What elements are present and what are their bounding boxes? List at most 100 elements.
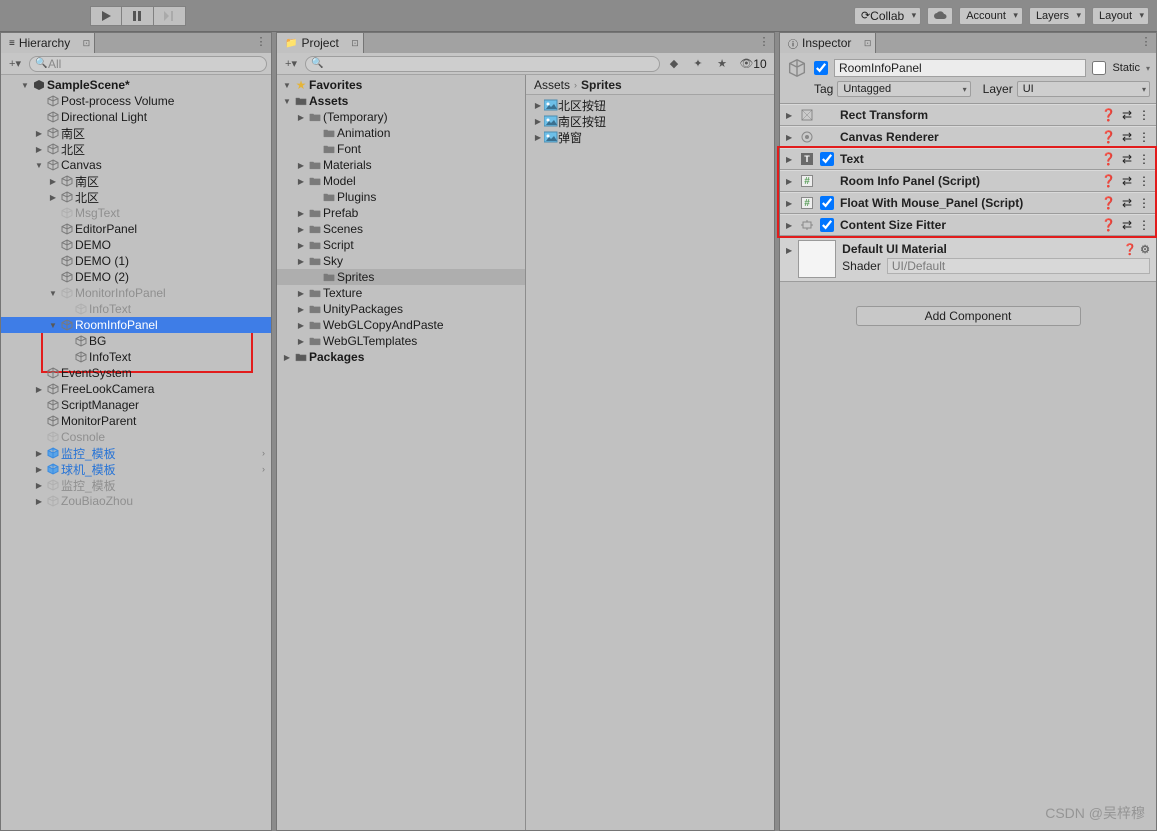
preset-icon[interactable]: ⇄: [1122, 196, 1132, 210]
foldout-icon[interactable]: ▶: [295, 241, 307, 250]
project-item[interactable]: ▶Packages: [277, 349, 525, 365]
account-dropdown[interactable]: Account: [959, 7, 1023, 25]
component-menu[interactable]: ⋮: [1138, 152, 1150, 166]
help-icon[interactable]: ❓: [1101, 196, 1116, 210]
foldout-icon[interactable]: ▼: [47, 289, 59, 298]
foldout-icon[interactable]: ▶: [33, 129, 45, 138]
hierarchy-tree[interactable]: ▼SampleScene*Post-process VolumeDirectio…: [1, 75, 271, 830]
foldout-icon[interactable]: ▶: [532, 133, 544, 142]
help-icon[interactable]: ❓: [1101, 130, 1116, 144]
pause-button[interactable]: [122, 6, 154, 26]
help-icon[interactable]: ❓: [1101, 174, 1116, 188]
breadcrumb[interactable]: Assets › Sprites: [526, 75, 774, 95]
asset-item[interactable]: ▶北区按钮: [526, 97, 774, 113]
asset-item[interactable]: ▶南区按钮: [526, 113, 774, 129]
foldout-icon[interactable]: ▼: [281, 81, 293, 90]
foldout-icon[interactable]: ▶: [295, 161, 307, 170]
hierarchy-item[interactable]: ▶监控_模板: [1, 477, 271, 493]
asset-item[interactable]: ▶弹窗: [526, 129, 774, 145]
component-menu[interactable]: ⋮: [1138, 108, 1150, 122]
foldout-icon[interactable]: ▶: [295, 305, 307, 314]
hierarchy-item[interactable]: MsgText: [1, 205, 271, 221]
preset-icon[interactable]: ⇄: [1122, 130, 1132, 144]
hierarchy-item[interactable]: ▼RoomInfoPanel: [1, 317, 271, 333]
component-header[interactable]: ▶Rect Transform❓⇄⋮: [780, 104, 1156, 126]
project-item[interactable]: ▶Prefab: [277, 205, 525, 221]
hidden-toggle[interactable]: 👁10: [736, 56, 770, 72]
project-item[interactable]: Font: [277, 141, 525, 157]
component-header[interactable]: ▶#Room Info Panel (Script)❓⇄⋮: [780, 170, 1156, 192]
project-search[interactable]: 🔍: [305, 56, 660, 72]
hierarchy-item[interactable]: ▶ZouBiaoZhou: [1, 493, 271, 509]
component-menu[interactable]: ⋮: [1138, 174, 1150, 188]
collab-dropdown[interactable]: ⟳ Collab: [854, 7, 921, 25]
foldout-icon[interactable]: ▶: [33, 385, 45, 394]
foldout-icon[interactable]: ▶: [281, 353, 293, 362]
project-item[interactable]: ▶Sky: [277, 253, 525, 269]
project-item[interactable]: ▶Texture: [277, 285, 525, 301]
project-item[interactable]: ▼Assets: [277, 93, 525, 109]
layout-dropdown[interactable]: Layout: [1092, 7, 1149, 25]
add-component-button[interactable]: Add Component: [856, 306, 1081, 326]
hierarchy-item[interactable]: ▶球机_模板›: [1, 461, 271, 477]
hierarchy-item[interactable]: EditorPanel: [1, 221, 271, 237]
hierarchy-item[interactable]: EventSystem: [1, 365, 271, 381]
hierarchy-item[interactable]: InfoText: [1, 301, 271, 317]
foldout-icon[interactable]: ▶: [532, 117, 544, 126]
foldout-icon[interactable]: ▶: [33, 465, 45, 474]
foldout-icon[interactable]: ▼: [281, 97, 293, 106]
foldout-icon[interactable]: ▶: [33, 145, 45, 154]
hierarchy-item[interactable]: MonitorParent: [1, 413, 271, 429]
hierarchy-menu[interactable]: ⋮: [251, 33, 271, 49]
filter-type[interactable]: ◆: [664, 56, 684, 72]
step-button[interactable]: [154, 6, 186, 26]
foldout-icon[interactable]: ▼: [33, 161, 45, 170]
static-checkbox[interactable]: [1092, 61, 1106, 75]
project-item[interactable]: ▶Materials: [277, 157, 525, 173]
hierarchy-item[interactable]: DEMO: [1, 237, 271, 253]
project-tab[interactable]: 📁Project⊡: [277, 33, 364, 53]
project-item[interactable]: Sprites: [277, 269, 525, 285]
hierarchy-item[interactable]: ScriptManager: [1, 397, 271, 413]
hierarchy-item[interactable]: ▼MonitorInfoPanel: [1, 285, 271, 301]
foldout-icon[interactable]: ▶: [532, 101, 544, 110]
component-menu[interactable]: ⋮: [1138, 218, 1150, 232]
hierarchy-item[interactable]: ▶北区: [1, 189, 271, 205]
hierarchy-item[interactable]: Directional Light: [1, 109, 271, 125]
foldout-icon[interactable]: ▶: [295, 289, 307, 298]
shader-dropdown[interactable]: UI/Default: [887, 258, 1150, 274]
filter-fav[interactable]: ★: [712, 56, 732, 72]
hierarchy-item[interactable]: Cosnole: [1, 429, 271, 445]
foldout-icon[interactable]: ▶: [786, 199, 794, 208]
component-header[interactable]: ▶TText❓⇄⋮: [780, 148, 1156, 170]
cloud-button[interactable]: [927, 7, 953, 25]
breadcrumb-item[interactable]: Sprites: [581, 78, 622, 92]
project-item[interactable]: ▶(Temporary): [277, 109, 525, 125]
inspector-tab[interactable]: ⓘInspector⊡: [780, 33, 876, 53]
hierarchy-item[interactable]: DEMO (2): [1, 269, 271, 285]
hierarchy-item[interactable]: ▶FreeLookCamera: [1, 381, 271, 397]
foldout-icon[interactable]: ▶: [33, 449, 45, 458]
preset-icon[interactable]: ⇄: [1122, 174, 1132, 188]
component-menu[interactable]: ⋮: [1138, 130, 1150, 144]
hierarchy-item[interactable]: ▶监控_模板›: [1, 445, 271, 461]
foldout-icon[interactable]: ▶: [47, 193, 59, 202]
foldout-icon[interactable]: ▶: [295, 225, 307, 234]
foldout-icon[interactable]: ▶: [33, 481, 45, 490]
foldout-icon[interactable]: ▶: [295, 337, 307, 346]
component-menu[interactable]: ⋮: [1138, 196, 1150, 210]
foldout-icon[interactable]: ▶: [295, 113, 307, 122]
component-enabled-checkbox[interactable]: [820, 152, 834, 166]
foldout-icon[interactable]: ▶: [295, 209, 307, 218]
preset-icon[interactable]: ⇄: [1122, 152, 1132, 166]
preset-icon[interactable]: ⇄: [1122, 218, 1132, 232]
hierarchy-item[interactable]: BG: [1, 333, 271, 349]
foldout-icon[interactable]: ▶: [295, 321, 307, 330]
foldout-icon[interactable]: ▶: [786, 111, 794, 120]
component-header[interactable]: ▶Canvas Renderer❓⇄⋮: [780, 126, 1156, 148]
prefab-open-icon[interactable]: ›: [262, 448, 265, 458]
project-create[interactable]: +▾: [281, 56, 301, 72]
hierarchy-search[interactable]: 🔍All: [29, 56, 267, 72]
hierarchy-create[interactable]: +▾: [5, 56, 25, 72]
layer-dropdown[interactable]: UI: [1017, 81, 1150, 97]
